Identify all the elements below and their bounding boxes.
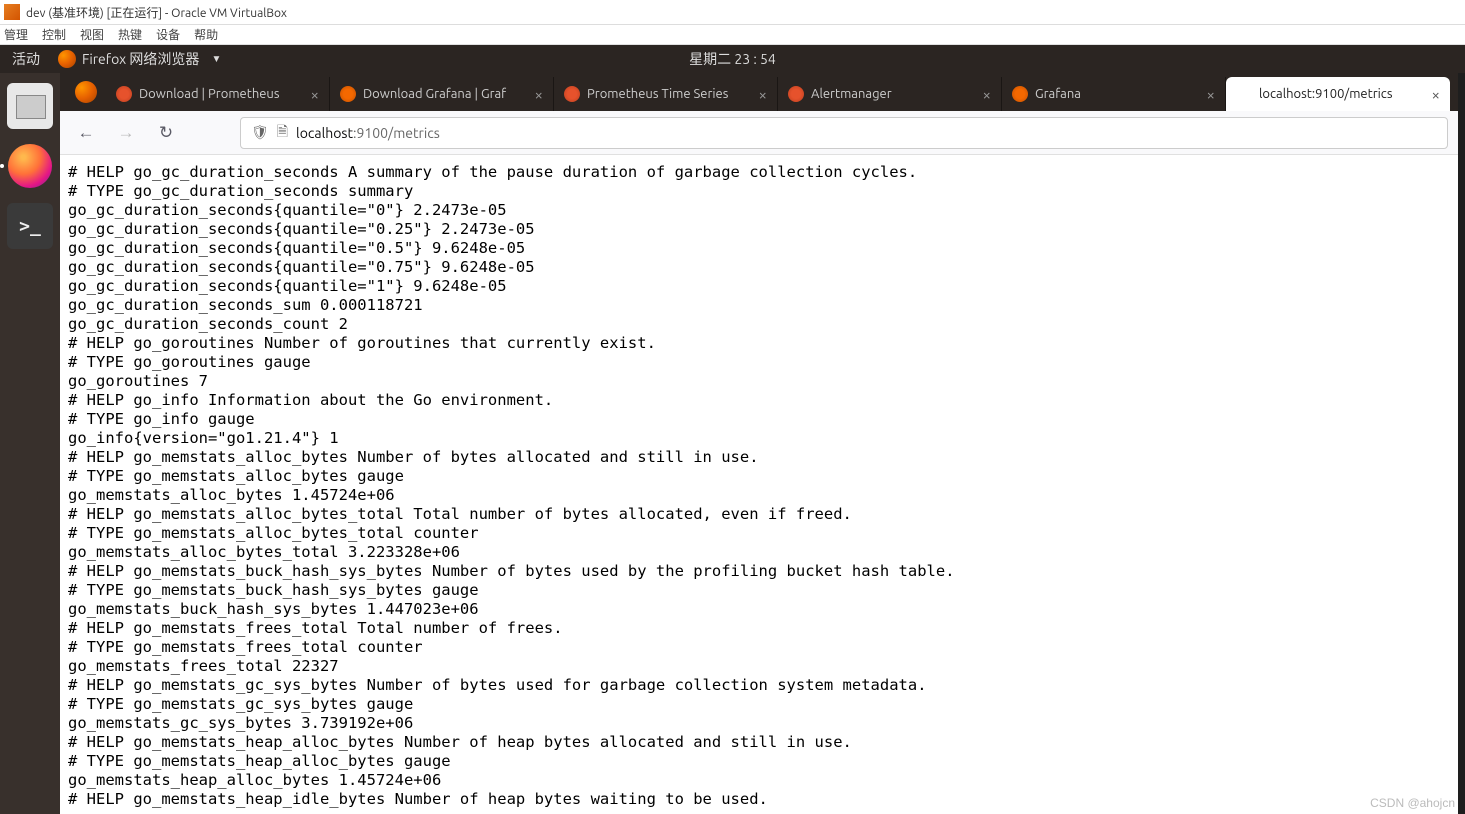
vbox-menu-hotkeys[interactable]: 热键 (118, 26, 142, 43)
firefox-icon (8, 144, 52, 188)
close-icon[interactable]: × (759, 86, 767, 103)
gnome-desktop: 活动 Firefox 网络浏览器 ▼ 星期二 23 : 54 Download … (0, 45, 1465, 814)
activities-button[interactable]: 活动 (12, 49, 40, 69)
forward-button[interactable]: → (110, 117, 142, 149)
prom-favicon-icon (116, 86, 132, 102)
tab-label: Download Grafana | Graf (363, 87, 528, 101)
vbox-menu-manage[interactable]: 管理 (4, 26, 28, 43)
url-host: localhost (296, 125, 353, 141)
close-icon[interactable]: × (1207, 86, 1215, 103)
lock-icon: 🗎 (277, 121, 288, 145)
watermark: CSDN @ahojcn (1370, 796, 1455, 810)
tab-label: localhost:9100/metrics (1259, 87, 1425, 101)
dock-files[interactable] (7, 83, 53, 129)
close-icon[interactable]: × (311, 86, 319, 103)
firefox-home-button[interactable] (66, 73, 106, 111)
graf-favicon-icon (1012, 86, 1028, 102)
firefox-icon (58, 50, 76, 68)
tab-label: Download | Prometheus (139, 87, 304, 101)
firefox-icon (75, 81, 97, 103)
vbox-title: dev (基准环境) [正在运行] - Oracle VM VirtualBox (26, 4, 287, 21)
gnome-topbar: 活动 Firefox 网络浏览器 ▼ 星期二 23 : 54 (0, 45, 1465, 73)
close-icon[interactable]: × (535, 86, 543, 103)
tab-2[interactable]: Prometheus Time Series × (554, 77, 778, 111)
chevron-down-icon: ▼ (211, 53, 221, 65)
active-app-label: Firefox 网络浏览器 (82, 49, 199, 69)
clock[interactable]: 星期二 23 : 54 (689, 49, 776, 69)
close-icon[interactable]: × (983, 86, 991, 103)
vbox-icon (4, 4, 20, 20)
tab-label: Alertmanager (811, 87, 976, 101)
back-button[interactable]: ← (70, 117, 102, 149)
vbox-menu-devices[interactable]: 设备 (156, 26, 180, 43)
url-rest: :9100/metrics (353, 125, 440, 141)
close-icon[interactable]: × (1432, 86, 1440, 103)
tab-label: Prometheus Time Series (587, 87, 752, 101)
tab-1[interactable]: Download Grafana | Graf × (330, 77, 554, 111)
page-content[interactable]: # HELP go_gc_duration_seconds A summary … (60, 155, 1458, 814)
tab-bar: Download | Prometheus×Download Grafana |… (60, 73, 1458, 111)
reload-button[interactable]: ↻ (150, 117, 182, 149)
url-bar[interactable]: 🛡 🗎 localhost:9100/metrics (240, 117, 1448, 149)
vbox-menu-view[interactable]: 视图 (80, 26, 104, 43)
tab-0[interactable]: Download | Prometheus × (106, 77, 330, 111)
vbox-menu-help[interactable]: 帮助 (194, 26, 218, 43)
prom-favicon-icon (788, 86, 804, 102)
firefox-window: Download | Prometheus×Download Grafana |… (60, 73, 1458, 814)
tab-3[interactable]: Alertmanager × (778, 77, 1002, 111)
nav-toolbar: ← → ↻ 🛡 🗎 localhost:9100/metrics (60, 111, 1458, 155)
vbox-menubar: 管理 控制 视图 热键 设备 帮助 (0, 25, 1465, 45)
vbox-titlebar: dev (基准环境) [正在运行] - Oracle VM VirtualBox (0, 0, 1465, 25)
tab-4[interactable]: Grafana × (1002, 77, 1226, 111)
prom-favicon-icon (564, 86, 580, 102)
vbox-menu-control[interactable]: 控制 (42, 26, 66, 43)
tab-5[interactable]: localhost:9100/metrics × (1226, 77, 1450, 111)
shield-icon: 🛡 (251, 124, 269, 141)
active-app-indicator[interactable]: Firefox 网络浏览器 ▼ (58, 49, 221, 69)
dock-terminal[interactable] (7, 203, 53, 249)
tab-label: Grafana (1035, 87, 1200, 101)
graf-favicon-icon (340, 86, 356, 102)
metrics-text: # HELP go_gc_duration_seconds A summary … (68, 163, 1450, 809)
dock (0, 73, 60, 814)
dock-firefox[interactable] (7, 143, 53, 189)
